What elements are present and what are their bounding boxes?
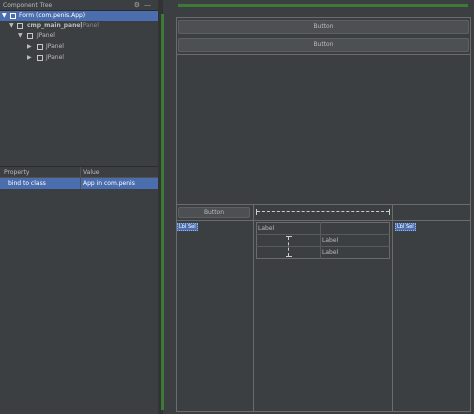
component-tree-header: Component Tree ⚙—: [0, 0, 158, 11]
panel-icon: [37, 44, 43, 50]
value-column-header: Value: [83, 169, 100, 176]
tree-item-jpanel[interactable]: ▼ JPanel: [0, 31, 158, 41]
panel-icon: [27, 33, 33, 39]
top-button-1[interactable]: Button: [178, 20, 469, 34]
label-b[interactable]: Label: [322, 237, 338, 244]
label-a[interactable]: Label: [258, 225, 274, 232]
selected-label-left[interactable]: Lbl Sel: [177, 223, 198, 231]
minimize-icon[interactable]: —: [144, 1, 155, 9]
panel-icon: [17, 23, 23, 29]
tree-item-label: JPanel: [46, 54, 64, 61]
tree-item-main-panel[interactable]: ▼ cmp_main_panel : JPanel: [0, 21, 158, 31]
tree-item-jpanel[interactable]: ▶ JPanel: [0, 53, 158, 63]
property-name: bind to class: [8, 180, 46, 187]
panel-divider: [176, 54, 471, 55]
grid-line: [253, 205, 254, 412]
tree-item-label: JPanel: [46, 43, 64, 50]
grid-line: [176, 204, 471, 205]
property-inspector: Property Value bind to class App in com.…: [0, 166, 158, 414]
expand-arrow-icon[interactable]: ▼: [9, 21, 14, 31]
component-tree-title: Component Tree: [3, 2, 53, 9]
tree-item-type: : JPanel: [77, 22, 99, 29]
top-button-2[interactable]: Button: [178, 38, 469, 52]
panel-icon: [37, 55, 43, 61]
expand-arrow-icon[interactable]: ▼: [18, 31, 23, 41]
grid-line: [256, 234, 390, 235]
tree-item-jpanel[interactable]: ▶ JPanel: [0, 42, 158, 52]
tree-item-label: Form (com.penis.App): [19, 12, 86, 19]
property-table-header: Property Value: [0, 167, 158, 178]
collapse-arrow-icon[interactable]: ▶: [27, 42, 32, 52]
grid-line: [256, 246, 390, 247]
vertical-spacer-icon[interactable]: [286, 236, 292, 257]
property-value[interactable]: App in com.penis: [83, 180, 135, 187]
tree-item-label: cmp_main_panel: [27, 22, 83, 29]
gear-icon[interactable]: ⚙: [134, 1, 144, 9]
property-row[interactable]: bind to class App in com.penis: [0, 178, 158, 189]
selected-label-right[interactable]: Lbl Sel: [395, 223, 416, 231]
expand-arrow-icon[interactable]: ▼: [2, 11, 7, 21]
component-tree: ▼ Form (com.penis.App) ▼ cmp_main_panel …: [0, 11, 158, 166]
horizontal-spacer-icon[interactable]: [256, 209, 390, 215]
form-top-marker: [178, 4, 468, 7]
column-divider[interactable]: [80, 167, 81, 189]
grid-line: [176, 220, 471, 221]
left-panel: Component Tree ⚙— ▼ Form (com.penis.App)…: [0, 0, 158, 414]
property-column-header: Property: [4, 169, 30, 176]
grid-line: [320, 222, 321, 259]
tree-item-form[interactable]: ▼ Form (com.penis.App): [0, 11, 158, 21]
grid-line: [392, 205, 393, 412]
tree-item-label: JPanel: [37, 32, 55, 39]
form-icon: [10, 13, 16, 19]
label-c[interactable]: Label: [322, 249, 338, 256]
grid-button[interactable]: Button: [178, 207, 250, 218]
collapse-arrow-icon[interactable]: ▶: [27, 53, 32, 63]
